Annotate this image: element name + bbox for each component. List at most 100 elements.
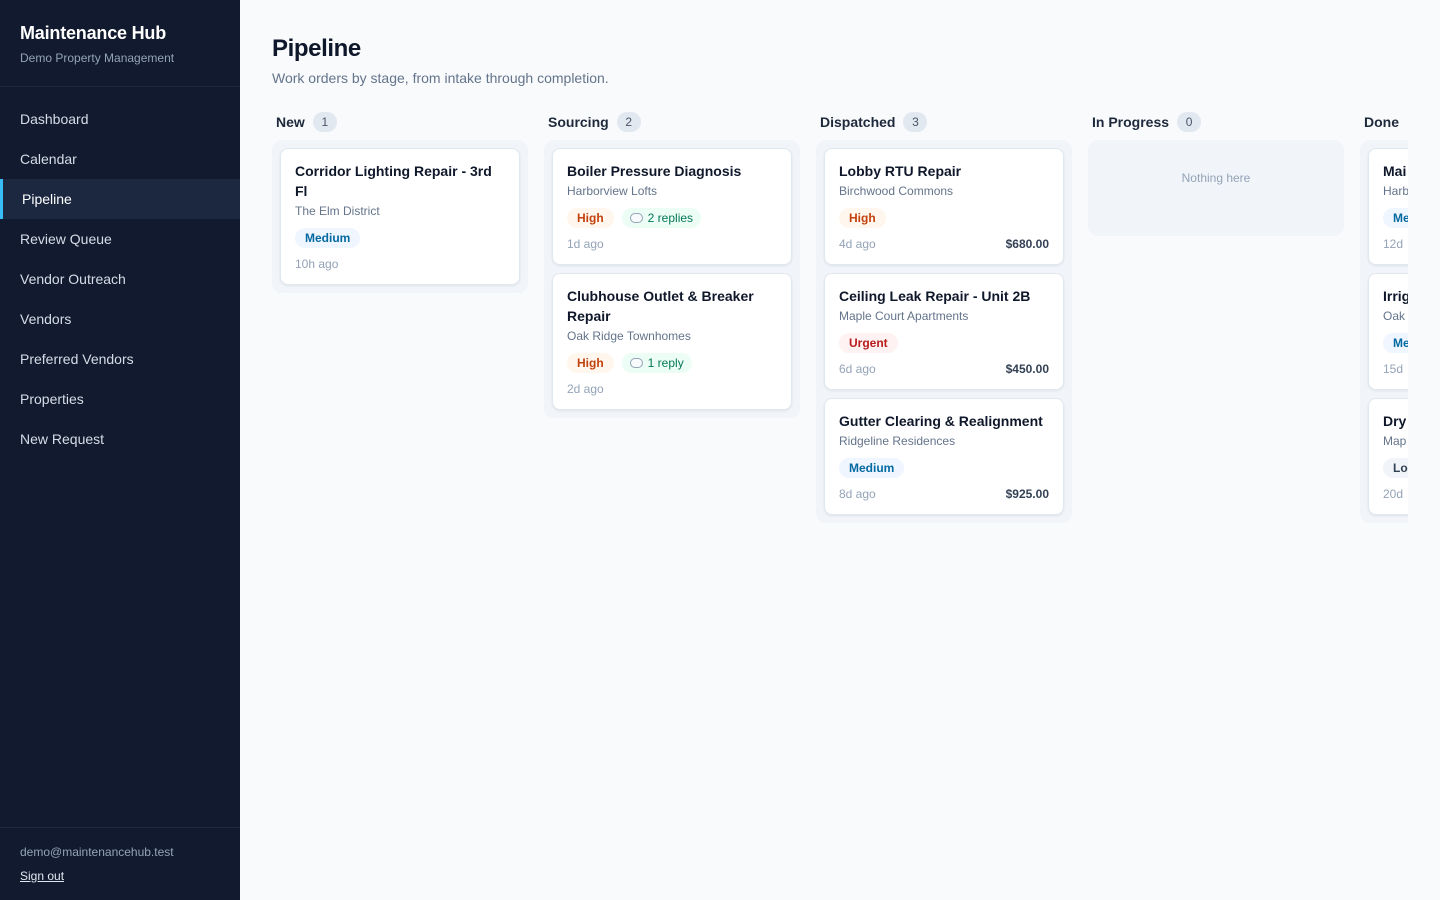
card-badges: Me — [1383, 208, 1408, 228]
sidebar: Maintenance Hub Demo Property Management… — [0, 0, 240, 900]
card-footer: 6d ago $450.00 — [839, 361, 1049, 377]
column-body: Mai Harb Me 12d Irrig Oak Me 15d Dry Map Lo 20d — [1360, 140, 1408, 523]
property-name: Maple Court Apartments — [839, 309, 969, 323]
priority-badge: High — [567, 208, 614, 228]
work-order-card[interactable]: Boiler Pressure Diagnosis Harborview Loft… — [552, 148, 792, 265]
property-name: Ridgeline Residences — [839, 434, 956, 448]
user-email: demo@maintenancehub.test — [20, 845, 174, 859]
card-age: 6d ago — [839, 362, 876, 376]
card-footer: 12d — [1383, 236, 1408, 252]
sidebar-item-new-request[interactable]: New Request — [0, 419, 240, 459]
sidebar-item-dashboard[interactable]: Dashboard — [0, 99, 240, 139]
card-age: 20d — [1383, 487, 1404, 501]
card-age: 2d ago — [567, 382, 604, 396]
property-name: Map — [1383, 434, 1407, 448]
column-title: Dispatched — [820, 114, 896, 130]
app-subtitle: Demo Property Management — [20, 51, 175, 65]
work-order-card[interactable]: Corridor Lighting Repair - 3rd Fl The Elm… — [280, 148, 520, 285]
column-title: Done — [1364, 114, 1399, 130]
sidebar-item-vendors[interactable]: Vendors — [0, 299, 240, 339]
property-name: Harborview Lofts — [567, 184, 658, 198]
work-order-card[interactable]: Gutter Clearing & Realignment Ridgeline R… — [824, 398, 1064, 515]
column-in-progress: In Progress 0 Nothing here — [1088, 110, 1344, 236]
replies-badge[interactable]: 2 replies — [621, 208, 702, 228]
column-dispatched: Dispatched 3 Lobby RTU Repair Birchwood Com… — [816, 110, 1072, 523]
column-new: New 1 Corridor Lighting Repair - 3rd Fl The… — [272, 110, 528, 293]
work-order-title: Clubhouse Outlet & Breaker Repair — [567, 288, 754, 324]
account-panel: demo@maintenancehub.test Sign out — [0, 827, 240, 900]
pipeline-board[interactable]: New 1 Corridor Lighting Repair - 3rd Fl The… — [272, 110, 1408, 890]
sidebar-item-vendor-outreach[interactable]: Vendor Outreach — [0, 259, 240, 299]
card-badges: High 1 reply — [567, 353, 777, 373]
work-order-card[interactable]: Clubhouse Outlet & Breaker Repair Oak Rid… — [552, 273, 792, 410]
card-badges: Me — [1383, 333, 1408, 353]
replies-count: 2 replies — [647, 211, 694, 225]
replies-count: 1 reply — [647, 356, 684, 370]
column-count-badge: 3 — [903, 112, 928, 132]
column-body: Boiler Pressure Diagnosis Harborview Loft… — [544, 140, 800, 418]
work-order-title: Dry — [1383, 413, 1407, 429]
card-badges: Lo — [1383, 458, 1408, 478]
column-count-badge: 1 — [312, 112, 337, 132]
sidebar-item-properties[interactable]: Properties — [0, 379, 240, 419]
sidebar-item-pipeline[interactable]: Pipeline — [0, 179, 240, 219]
card-badges: Medium — [839, 458, 1049, 478]
work-order-card[interactable]: Mai Harb Me 12d — [1368, 148, 1408, 265]
property-name: Harb — [1383, 184, 1408, 198]
priority-badge: Medium — [839, 458, 905, 478]
sign-out-link[interactable]: Sign out — [20, 869, 64, 883]
column-body: Nothing here — [1088, 140, 1344, 236]
priority-badge: Medium — [295, 228, 361, 248]
work-order-title: Boiler Pressure Diagnosis — [567, 163, 742, 179]
card-age: 12d — [1383, 237, 1404, 251]
column-header: In Progress 0 — [1088, 110, 1344, 134]
column-title: In Progress — [1092, 114, 1170, 130]
work-order-card[interactable]: Lobby RTU Repair Birchwood Commons High 4d … — [824, 148, 1064, 265]
column-header: New 1 — [272, 110, 528, 134]
sidebar-item-review-queue[interactable]: Review Queue — [0, 219, 240, 259]
property-name: Oak Ridge Townhomes — [567, 329, 691, 343]
work-order-card[interactable]: Irrig Oak Me 15d — [1368, 273, 1408, 390]
chat-bubble-icon — [629, 358, 643, 368]
work-order-title: Irrig — [1383, 288, 1408, 304]
sidebar-item-calendar[interactable]: Calendar — [0, 139, 240, 179]
sidebar-nav: Dashboard Calendar Pipeline Review Queue Ven… — [0, 87, 240, 459]
card-footer: 10h ago — [295, 256, 505, 272]
card-footer: 2d ago — [567, 381, 777, 397]
work-order-card[interactable]: Dry Map Lo 20d — [1368, 398, 1408, 515]
column-body: Corridor Lighting Repair - 3rd Fl The Elm… — [272, 140, 528, 293]
priority-badge: Urgent — [839, 333, 898, 353]
column-header: Sourcing 2 — [544, 110, 800, 134]
column-header: Dispatched 3 — [816, 110, 1072, 134]
column-title: New — [276, 114, 305, 130]
column-count-badge: 2 — [616, 112, 641, 132]
work-order-card[interactable]: Ceiling Leak Repair - Unit 2B Maple Court… — [824, 273, 1064, 390]
priority-badge: High — [839, 208, 886, 228]
card-age: 10h ago — [295, 257, 339, 271]
card-badges: High 2 replies — [567, 208, 777, 228]
empty-state: Nothing here — [1181, 171, 1251, 185]
card-age: 8d ago — [839, 487, 876, 501]
priority-badge: Lo — [1383, 458, 1408, 478]
priority-badge: Me — [1383, 208, 1408, 228]
card-age: 1d ago — [567, 237, 604, 251]
card-amount: $925.00 — [1005, 487, 1049, 501]
sidebar-item-preferred-vendors[interactable]: Preferred Vendors — [0, 339, 240, 379]
priority-badge: Me — [1383, 333, 1408, 353]
column-done: Done Mai Harb Me 12d Irrig Oak Me 15d Dry Map Lo 20d — [1360, 110, 1408, 523]
work-order-title: Gutter Clearing & Realignment — [839, 413, 1043, 429]
work-order-title: Mai — [1383, 163, 1407, 179]
replies-badge[interactable]: 1 reply — [621, 353, 692, 373]
card-age: 15d — [1383, 362, 1404, 376]
column-body: Lobby RTU Repair Birchwood Commons High 4d … — [816, 140, 1072, 523]
column-sourcing: Sourcing 2 Boiler Pressure Diagnosis Harbor… — [544, 110, 800, 418]
column-title: Sourcing — [548, 114, 609, 130]
property-name: Oak — [1383, 309, 1406, 323]
card-footer: 20d — [1383, 486, 1408, 502]
card-footer: 4d ago $680.00 — [839, 236, 1049, 252]
property-name: The Elm District — [295, 204, 380, 218]
card-badges: Urgent — [839, 333, 1049, 353]
card-badges: High — [839, 208, 1049, 228]
work-order-title: Ceiling Leak Repair - Unit 2B — [839, 288, 1031, 304]
brand: Maintenance Hub Demo Property Management — [0, 0, 240, 87]
